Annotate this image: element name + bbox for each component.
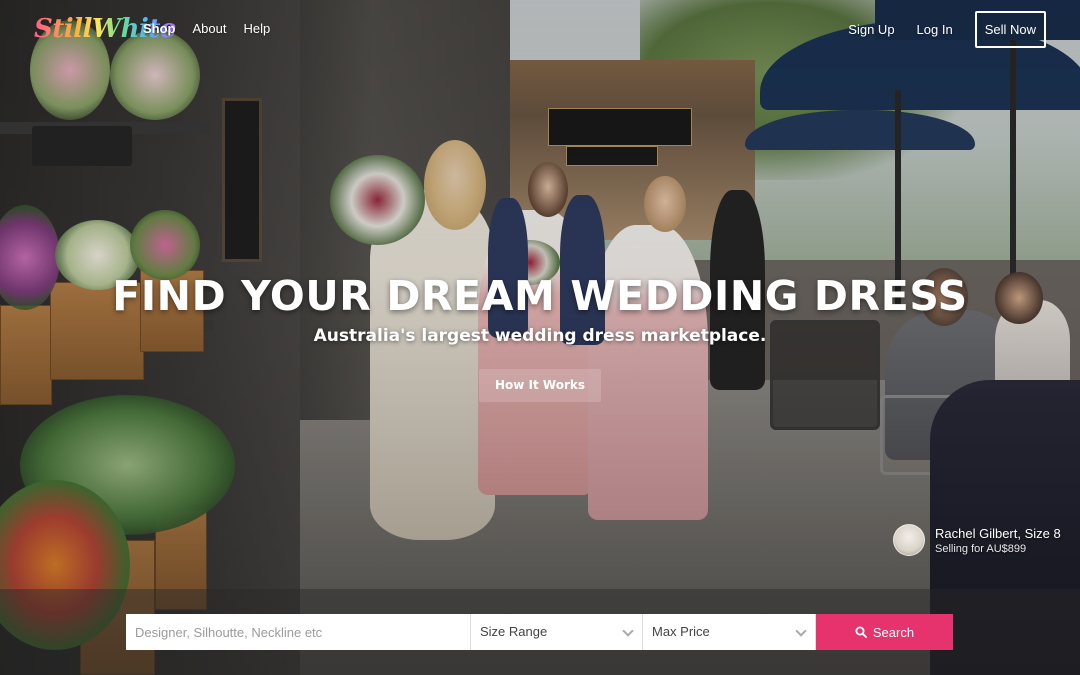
search-input[interactable] xyxy=(126,614,471,650)
featured-dress-credit[interactable]: Rachel Gilbert, Size 8 Selling for AU$89… xyxy=(893,522,1073,558)
search-icon xyxy=(855,626,867,638)
nav-link-about[interactable]: About xyxy=(193,21,227,36)
sign-up-link[interactable]: Sign Up xyxy=(848,22,894,37)
chevron-down-icon xyxy=(622,625,634,637)
how-it-works-button[interactable]: How It Works xyxy=(479,369,601,402)
size-range-select[interactable]: Size Range xyxy=(471,614,643,650)
chevron-down-icon xyxy=(795,625,807,637)
top-navbar: StillWhite Shop About Help Sign Up Log I… xyxy=(0,0,1080,60)
account-nav: Sign Up Log In Sell Now xyxy=(848,11,1046,48)
search-button[interactable]: Search xyxy=(816,614,953,650)
hero-title: FIND YOUR DREAM WEDDING DRESS xyxy=(112,272,968,320)
size-range-label: Size Range xyxy=(480,624,548,639)
nav-link-shop[interactable]: Shop xyxy=(143,21,176,36)
dress-price: Selling for AU$899 xyxy=(935,543,1027,555)
dress-thumbnail xyxy=(893,524,925,556)
search-button-label: Search xyxy=(872,624,915,640)
max-price-label: Max Price xyxy=(652,624,710,639)
log-in-link[interactable]: Log In xyxy=(917,22,953,37)
max-price-select[interactable]: Max Price xyxy=(643,614,816,650)
sell-now-button[interactable]: Sell Now xyxy=(974,11,1046,48)
dress-designer-size: Rachel Gilbert, Size 8 xyxy=(935,526,1061,541)
search-bar: Size Range Max Price Search xyxy=(126,614,953,650)
nav-link-help[interactable]: Help xyxy=(243,21,270,36)
hero-subtitle: Australia's largest wedding dress market… xyxy=(313,326,767,346)
primary-nav: Shop About Help xyxy=(143,21,287,36)
